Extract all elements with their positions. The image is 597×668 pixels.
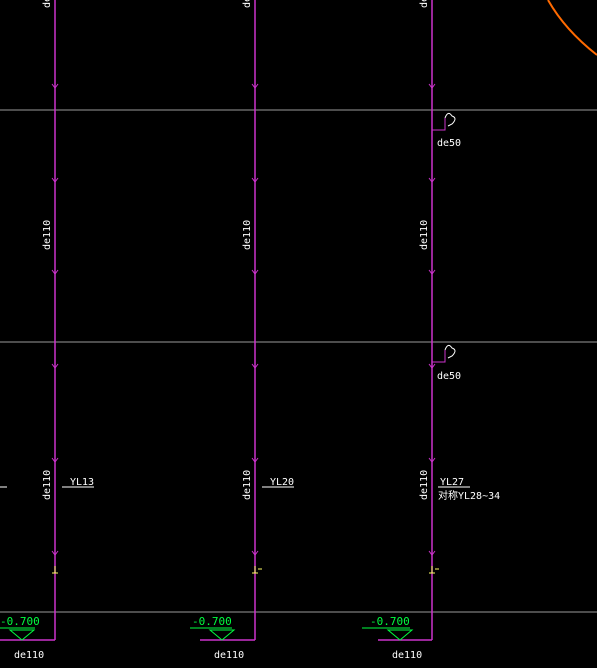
riser-tag-label: YL27 xyxy=(440,477,464,488)
pipe-size-label-mid: de110 xyxy=(419,220,430,250)
cad-drawing-canvas[interactable]: YL13 de110 de110 de110 -0.700 de110 YL20… xyxy=(0,0,597,668)
elevation-triangle-icon xyxy=(386,629,414,641)
pipe-size-label-low: de110 xyxy=(42,470,53,500)
bottom-size-label: de110 xyxy=(392,650,422,661)
pipe-size-label-top: de110 xyxy=(42,0,53,8)
elevation-triangle-icon xyxy=(208,629,236,641)
pipe-size-label-mid: de110 xyxy=(242,220,253,250)
pipe-size-label-top: de110 xyxy=(242,0,253,8)
bottom-size-label: de110 xyxy=(214,650,244,661)
pipe-size-label-mid: de110 xyxy=(42,220,53,250)
cleanout-cap xyxy=(429,566,439,574)
elevation-triangle-icon xyxy=(8,629,36,641)
riser-yl20[interactable]: YL20 de110 de110 de110 -0.700 de110 xyxy=(190,0,294,661)
branch-size-label: de50 xyxy=(437,138,461,149)
bottom-size-label: de110 xyxy=(14,650,44,661)
elevation-label: -0.700 xyxy=(0,615,40,628)
branch-drain-lower xyxy=(432,344,456,363)
elevation-label: -0.700 xyxy=(370,615,410,628)
riser-yl27[interactable]: de50 de50 YL27 对称YL28~34 de110 de110 de1… xyxy=(362,0,500,661)
riser-diagram: YL13 de110 de110 de110 -0.700 de110 YL20… xyxy=(0,0,597,661)
cleanout-cap xyxy=(252,566,262,574)
elevation-label: -0.700 xyxy=(192,615,232,628)
branch-drain-upper xyxy=(432,112,456,131)
arc-curve xyxy=(547,0,597,56)
cleanout-cap xyxy=(52,566,58,574)
riser-yl13[interactable]: YL13 de110 de110 de110 -0.700 de110 xyxy=(0,0,94,661)
riser-tag-label: YL20 xyxy=(270,477,294,488)
riser-tag-label: YL13 xyxy=(70,477,94,488)
branch-size-label: de50 xyxy=(437,371,461,382)
pipe-size-label-low: de110 xyxy=(242,470,253,500)
pipe-size-label-low: de110 xyxy=(419,470,430,500)
riser-tag-note: 对称YL28~34 xyxy=(438,489,500,502)
pipe-size-label-top: de110 xyxy=(419,0,430,8)
